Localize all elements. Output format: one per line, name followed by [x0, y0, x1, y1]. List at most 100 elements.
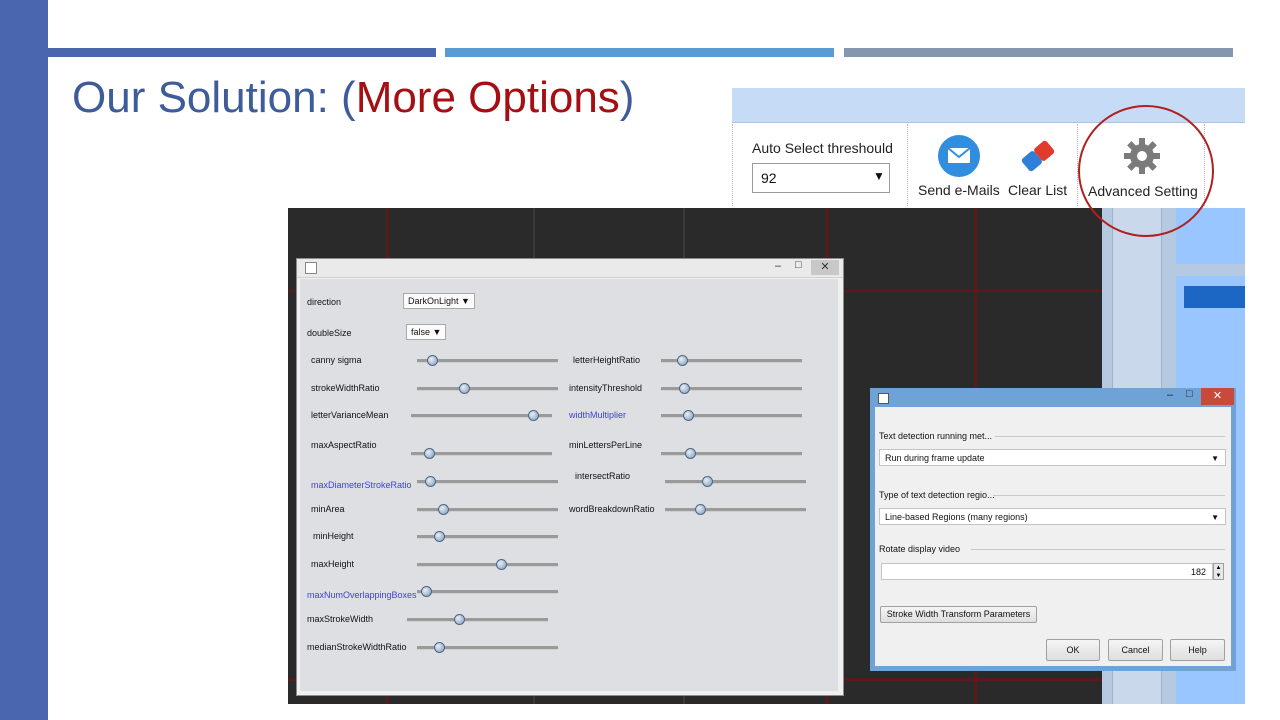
slider-thumb[interactable]	[434, 642, 446, 653]
slider-label: intensityThreshold	[569, 383, 643, 393]
threshold-select[interactable]: 92 ▼	[752, 163, 890, 193]
slider-label: maxHeight	[311, 559, 355, 569]
slider-thumb[interactable]	[437, 504, 449, 515]
minimize-button[interactable]: –	[775, 260, 781, 272]
slider-thumb[interactable]	[427, 355, 439, 366]
send-emails-label: Send e-Mails	[918, 182, 1000, 198]
slider-label: medianStrokeWidthRatio	[307, 642, 407, 652]
slider-label: minArea	[311, 504, 345, 514]
rotate-label: Rotate display video	[879, 544, 961, 554]
slider-label: widthMultiplier	[569, 410, 627, 420]
direction-value: DarkOnLight	[408, 296, 459, 306]
slider-thumb[interactable]	[495, 559, 507, 570]
chevron-down-icon: ▼	[430, 327, 442, 337]
minimize-button[interactable]: –	[1167, 389, 1173, 401]
maximize-button[interactable]: □	[1186, 388, 1193, 400]
java-app-icon	[878, 393, 889, 404]
rotate-spinner[interactable]: 182	[881, 563, 1213, 580]
slider-thumb[interactable]	[434, 531, 446, 542]
slider-thumb[interactable]	[454, 614, 466, 625]
slider-label: letterVarianceMean	[311, 410, 389, 420]
spin-up-icon[interactable]: ▲	[1214, 564, 1223, 572]
slider-thumb[interactable]	[420, 586, 432, 597]
direction-label: direction	[307, 297, 342, 307]
envelope-icon	[938, 135, 980, 177]
java-app-icon	[305, 262, 317, 274]
slider-thumb[interactable]	[424, 448, 436, 459]
slider-label: strokeWidthRatio	[311, 383, 380, 393]
panel-selected-row	[1184, 286, 1245, 308]
highlight-circle	[1078, 105, 1214, 237]
slide-title: Our Solution: (More Options)	[72, 76, 634, 120]
slider-thumb[interactable]	[458, 383, 470, 394]
header-rule-1	[48, 48, 436, 57]
region-type-value: Line-based Regions (many regions)	[885, 512, 1028, 522]
title-highlight: More Options	[355, 73, 620, 122]
title-suffix: )	[619, 73, 635, 122]
slider-thumb[interactable]	[701, 476, 713, 487]
doublesize-label: doubleSize	[307, 328, 352, 338]
run-method-select[interactable]: Run during frame update ▼	[879, 449, 1226, 466]
separator	[732, 124, 733, 206]
slider-thumb[interactable]	[679, 383, 691, 394]
send-emails-button[interactable]: Send e-Mails	[914, 132, 1004, 204]
slider-track[interactable]	[661, 414, 802, 418]
help-button[interactable]: Help	[1170, 639, 1225, 661]
spinner-arrows[interactable]: ▲ ▼	[1213, 563, 1224, 580]
separator	[907, 124, 908, 206]
close-button[interactable]: ✕	[1201, 388, 1234, 405]
slider-label: intersectRatio	[575, 471, 631, 481]
clear-list-label: Clear List	[1008, 182, 1068, 198]
doublesize-select[interactable]: false ▼	[406, 324, 447, 340]
threshold-label: Auto Select threshould	[752, 140, 893, 156]
slider-track[interactable]	[417, 359, 558, 363]
rotate-value: 182	[1190, 567, 1206, 577]
chevron-down-icon: ▼	[1211, 454, 1219, 463]
slider-track[interactable]	[665, 508, 806, 512]
ok-button[interactable]: OK	[1046, 639, 1100, 661]
swt-parameters-button[interactable]: Stroke Width Transform Parameters	[880, 606, 1037, 623]
title-prefix: Our Solution: (	[72, 73, 356, 122]
slider-track[interactable]	[417, 590, 558, 594]
slider-track[interactable]	[407, 618, 548, 622]
slider-thumb[interactable]	[684, 448, 696, 459]
slider-label: maxDiameterStrokeRatio	[311, 480, 412, 490]
maximize-button[interactable]: □	[795, 259, 802, 271]
slider-thumb[interactable]	[527, 410, 539, 421]
slider-label: maxStrokeWidth	[307, 614, 374, 624]
slider-track[interactable]	[417, 387, 558, 391]
chevron-down-icon: ▼	[1211, 513, 1219, 522]
dialog-body: direction DarkOnLight ▼ doubleSize false…	[300, 279, 838, 691]
slider-label: minHeight	[313, 531, 354, 541]
clear-list-button[interactable]: Clear List	[1004, 132, 1076, 204]
separator	[995, 436, 1225, 437]
chevron-down-icon: ▼	[873, 169, 885, 183]
slider-label: maxAspectRatio	[311, 440, 377, 450]
slider-track[interactable]	[665, 480, 806, 484]
separator	[993, 495, 1225, 496]
slider-track[interactable]	[661, 452, 802, 456]
slider-label: wordBreakdownRatio	[569, 504, 655, 514]
chevron-down-icon: ▼	[458, 296, 470, 306]
swt-parameters-dialog: – □ ✕ direction DarkOnLight ▼ doubleSize…	[296, 258, 844, 696]
slider-thumb[interactable]	[676, 355, 688, 366]
slider-thumb[interactable]	[695, 504, 707, 515]
header-rule-2	[445, 48, 834, 57]
slider-label: minLettersPerLine	[569, 440, 643, 450]
separator	[971, 549, 1225, 550]
cancel-button[interactable]: Cancel	[1108, 639, 1163, 661]
eraser-icon	[1021, 140, 1055, 172]
slider-label: canny sigma	[311, 355, 362, 365]
region-type-select[interactable]: Line-based Regions (many regions) ▼	[879, 508, 1226, 525]
slider-thumb[interactable]	[424, 476, 436, 487]
run-method-label: Text detection running met...	[879, 431, 993, 441]
close-button[interactable]: ✕	[811, 260, 839, 275]
slider-label: maxNumOverlappingBoxes	[307, 590, 417, 600]
spin-down-icon[interactable]: ▼	[1214, 572, 1223, 580]
direction-select[interactable]: DarkOnLight ▼	[403, 293, 475, 309]
options-dialog: – □ ✕ Text detection running met... Run …	[870, 388, 1236, 671]
slider-track[interactable]	[417, 480, 558, 484]
slider-thumb[interactable]	[683, 410, 695, 421]
slider-track[interactable]	[417, 563, 558, 567]
dialog-titlebar: – □ ✕	[297, 259, 843, 278]
